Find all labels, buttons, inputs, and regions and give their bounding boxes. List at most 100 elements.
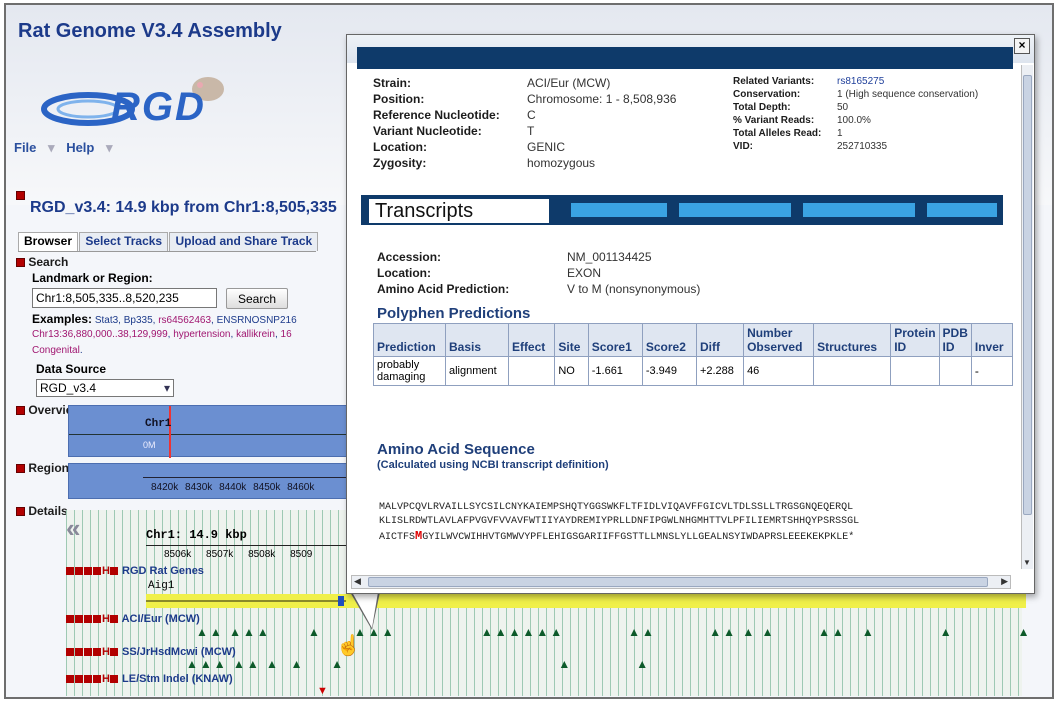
details-tick: 8507k bbox=[206, 549, 234, 560]
landmark-input[interactable] bbox=[32, 288, 217, 308]
menu-file[interactable]: File bbox=[14, 140, 36, 155]
track-download-icon[interactable] bbox=[93, 567, 101, 576]
track-download-icon[interactable] bbox=[93, 648, 101, 657]
collapse-overview-icon[interactable] bbox=[16, 406, 25, 416]
collapse-region-panel-icon[interactable] bbox=[16, 464, 25, 474]
track-config-icon[interactable] bbox=[84, 675, 92, 684]
total-alleles-value: 1 bbox=[837, 128, 843, 139]
track-help-icon[interactable]: H bbox=[102, 565, 110, 577]
indel-marker[interactable]: ▼ bbox=[317, 685, 328, 697]
collapse-region-icon[interactable] bbox=[16, 188, 25, 202]
collapse-search-icon[interactable] bbox=[16, 258, 25, 268]
track-config-icon[interactable] bbox=[84, 615, 92, 624]
tab-browser[interactable]: Browser bbox=[18, 232, 79, 251]
tab-upload-share[interactable]: Upload and Share Track bbox=[169, 232, 319, 251]
dna-graphic bbox=[803, 203, 915, 217]
accession-value: NM_001134425 bbox=[567, 250, 652, 264]
cell-score2: -3.949 bbox=[641, 356, 697, 386]
scrollbar-thumb[interactable] bbox=[1023, 75, 1032, 515]
close-icon[interactable]: × bbox=[1014, 38, 1030, 54]
collapse-details-icon[interactable] bbox=[16, 507, 25, 517]
scroll-down-icon[interactable]: ▼ bbox=[1023, 558, 1031, 567]
overview-position-marker[interactable] bbox=[169, 406, 171, 458]
track-config-icon[interactable] bbox=[84, 567, 92, 576]
example-link[interactable]: rs64562463 bbox=[158, 315, 211, 326]
transcripts-header: Transcripts bbox=[361, 195, 1003, 225]
cell-pdb-id bbox=[938, 356, 972, 386]
example-link[interactable]: Chr13:36,880,000..38,129,999 bbox=[32, 329, 168, 340]
ss-variant-markers[interactable]: ▲▲▲ ▲▲ ▲ ▲ ▲ ▲ ▲ bbox=[186, 657, 650, 671]
related-variants-key: Related Variants: bbox=[733, 76, 815, 87]
overview-track[interactable]: Chr1 0M bbox=[68, 405, 355, 458]
hscroll-thumb[interactable] bbox=[368, 577, 988, 587]
example-link[interactable]: Bp335 bbox=[124, 315, 153, 326]
col-number-observed: Number Observed bbox=[743, 323, 815, 357]
track-close-icon[interactable] bbox=[66, 615, 74, 624]
track-share-icon[interactable] bbox=[75, 675, 83, 684]
menu-help[interactable]: Help bbox=[66, 140, 94, 155]
cell-score1: -1.661 bbox=[587, 356, 643, 386]
col-basis: Basis bbox=[445, 323, 509, 357]
horizontal-scrollbar[interactable]: ◀ ▶ bbox=[351, 575, 1011, 589]
col-pdb-id: PDB ID bbox=[938, 323, 972, 357]
search-button[interactable]: Search bbox=[226, 288, 288, 309]
overview-chr-label: Chr1 bbox=[145, 418, 172, 430]
details-section: Details bbox=[16, 504, 68, 518]
pct-variant-value: 100.0% bbox=[837, 115, 871, 126]
transcript-section: Accession: Location: Amino Acid Predicti… bbox=[361, 243, 1014, 563]
sequence-line: KLISLRDWTLAVLAFPVGVFVVAVFWTIIYAYDREMIYPR… bbox=[379, 516, 860, 527]
example-link[interactable]: Stat3 bbox=[95, 315, 118, 326]
example-link[interactable]: ENSRNOSNP216 bbox=[217, 315, 297, 326]
track-close-icon[interactable] bbox=[66, 567, 74, 576]
total-depth-value: 50 bbox=[837, 102, 849, 113]
tab-select-tracks[interactable]: Select Tracks bbox=[79, 232, 169, 251]
position-value: Chromosome: 1 - 8,508,936 bbox=[527, 92, 677, 106]
details-tick: 8509 bbox=[290, 549, 313, 560]
logo-text: RGD bbox=[111, 85, 206, 129]
details-ticks: 8506k 8507k 8508k 8509 bbox=[164, 549, 312, 560]
polyphen-header-row: Prediction Basis Effect Site Score1 Scor… bbox=[373, 323, 1014, 357]
vid-value: 252710335 bbox=[837, 141, 888, 152]
track-name: LE/Stm Indel (KNAW) bbox=[122, 673, 233, 685]
example-link[interactable]: 16 bbox=[281, 329, 292, 340]
sequence-line: AICTFSMGYILWVCWIHHVTGMWVYPFLEHIGSGARIIFF… bbox=[379, 529, 999, 545]
track-share-icon[interactable] bbox=[75, 648, 83, 657]
scroll-left-icon[interactable]: ◀ bbox=[354, 576, 361, 587]
col-inver: Inver bbox=[970, 323, 1014, 357]
dna-graphic bbox=[571, 203, 667, 217]
region-tick: 8440k bbox=[219, 482, 247, 493]
menu-bar: File ▾ Help ▾ bbox=[14, 140, 121, 156]
example-link[interactable]: Congenital bbox=[32, 345, 80, 356]
track-help-icon[interactable]: H bbox=[102, 673, 110, 685]
data-source-select[interactable]: RGD_v3.4 ▾ bbox=[36, 379, 174, 397]
track-help-icon[interactable]: H bbox=[102, 646, 110, 658]
track-close-icon[interactable] bbox=[66, 675, 74, 684]
conservation-value: 1 (High sequence conservation) bbox=[837, 89, 979, 100]
track-share-icon[interactable] bbox=[75, 615, 83, 624]
track-info-icon[interactable] bbox=[109, 675, 118, 684]
track-config-icon[interactable] bbox=[84, 648, 92, 657]
track-info-icon[interactable] bbox=[109, 648, 118, 657]
col-score2: Score2 bbox=[641, 323, 697, 357]
track-download-icon[interactable] bbox=[93, 675, 101, 684]
scroll-right-icon[interactable]: ▶ bbox=[1001, 576, 1008, 587]
track-help-icon[interactable]: H bbox=[102, 613, 110, 625]
track-share-icon[interactable] bbox=[75, 567, 83, 576]
cell-inver: - bbox=[970, 356, 1014, 386]
gene-exon[interactable] bbox=[338, 596, 344, 606]
track-download-icon[interactable] bbox=[93, 615, 101, 624]
example-link[interactable]: kallikrein bbox=[236, 329, 275, 340]
track-info-icon[interactable] bbox=[109, 615, 118, 624]
related-variants-link[interactable]: rs8165275 bbox=[837, 75, 978, 88]
region-track[interactable]: 8420k 8430k 8440k 8450k 8460k bbox=[68, 463, 355, 499]
gene-feature-bar[interactable] bbox=[146, 594, 1026, 608]
example-link[interactable]: hypertension bbox=[173, 329, 230, 340]
aci-variant-markers[interactable]: ▲▲ ▲▲▲ ▲ ▲▲▲ ▲▲▲▲▲▲ ▲▲ ▲▲ ▲ ▲ ▲▲ ▲ ▲ ▲ bbox=[196, 625, 1032, 639]
track-close-icon[interactable] bbox=[66, 648, 74, 657]
aa-prediction-key: Amino Acid Prediction: bbox=[377, 282, 510, 296]
vertical-scrollbar[interactable]: ▼ bbox=[1021, 65, 1033, 569]
scroll-left-icon[interactable]: « bbox=[66, 513, 80, 544]
track-info-icon[interactable] bbox=[109, 567, 118, 576]
ref-nucleotide-value: C bbox=[527, 108, 536, 122]
cell-site: NO bbox=[554, 356, 589, 386]
